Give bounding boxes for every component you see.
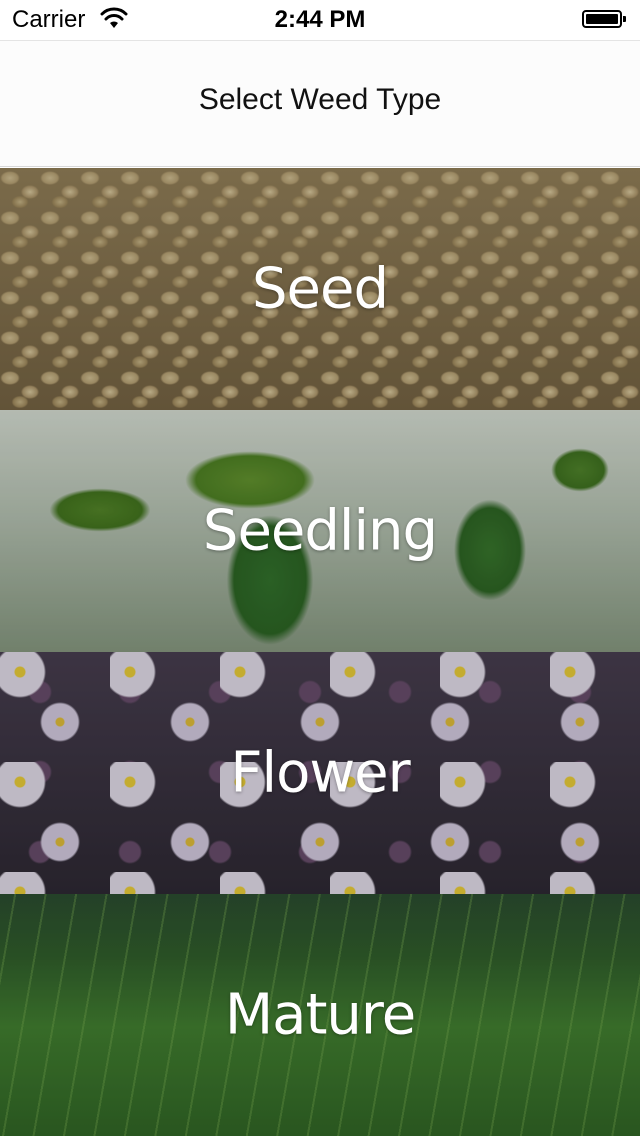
type-label-seedling: Seedling <box>202 498 438 564</box>
battery-icon <box>582 10 628 30</box>
status-bar: Carrier 2:44 PM <box>0 0 640 40</box>
type-row-seed[interactable]: Seed <box>0 168 640 410</box>
type-row-seedling[interactable]: Seedling <box>0 410 640 652</box>
type-row-flower[interactable]: Flower <box>0 652 640 894</box>
page-title: Select Weed Type <box>198 83 442 116</box>
type-label-seed: Seed <box>252 256 389 322</box>
type-row-mature[interactable]: Mature <box>0 894 640 1136</box>
status-time: 2:44 PM <box>274 6 366 33</box>
type-label-mature: Mature <box>224 982 416 1048</box>
type-label-flower: Flower <box>230 740 410 806</box>
weed-type-list: Seed Seedling Flower Mature <box>0 168 640 1136</box>
navigation-bar: Select Weed Type <box>0 40 640 167</box>
